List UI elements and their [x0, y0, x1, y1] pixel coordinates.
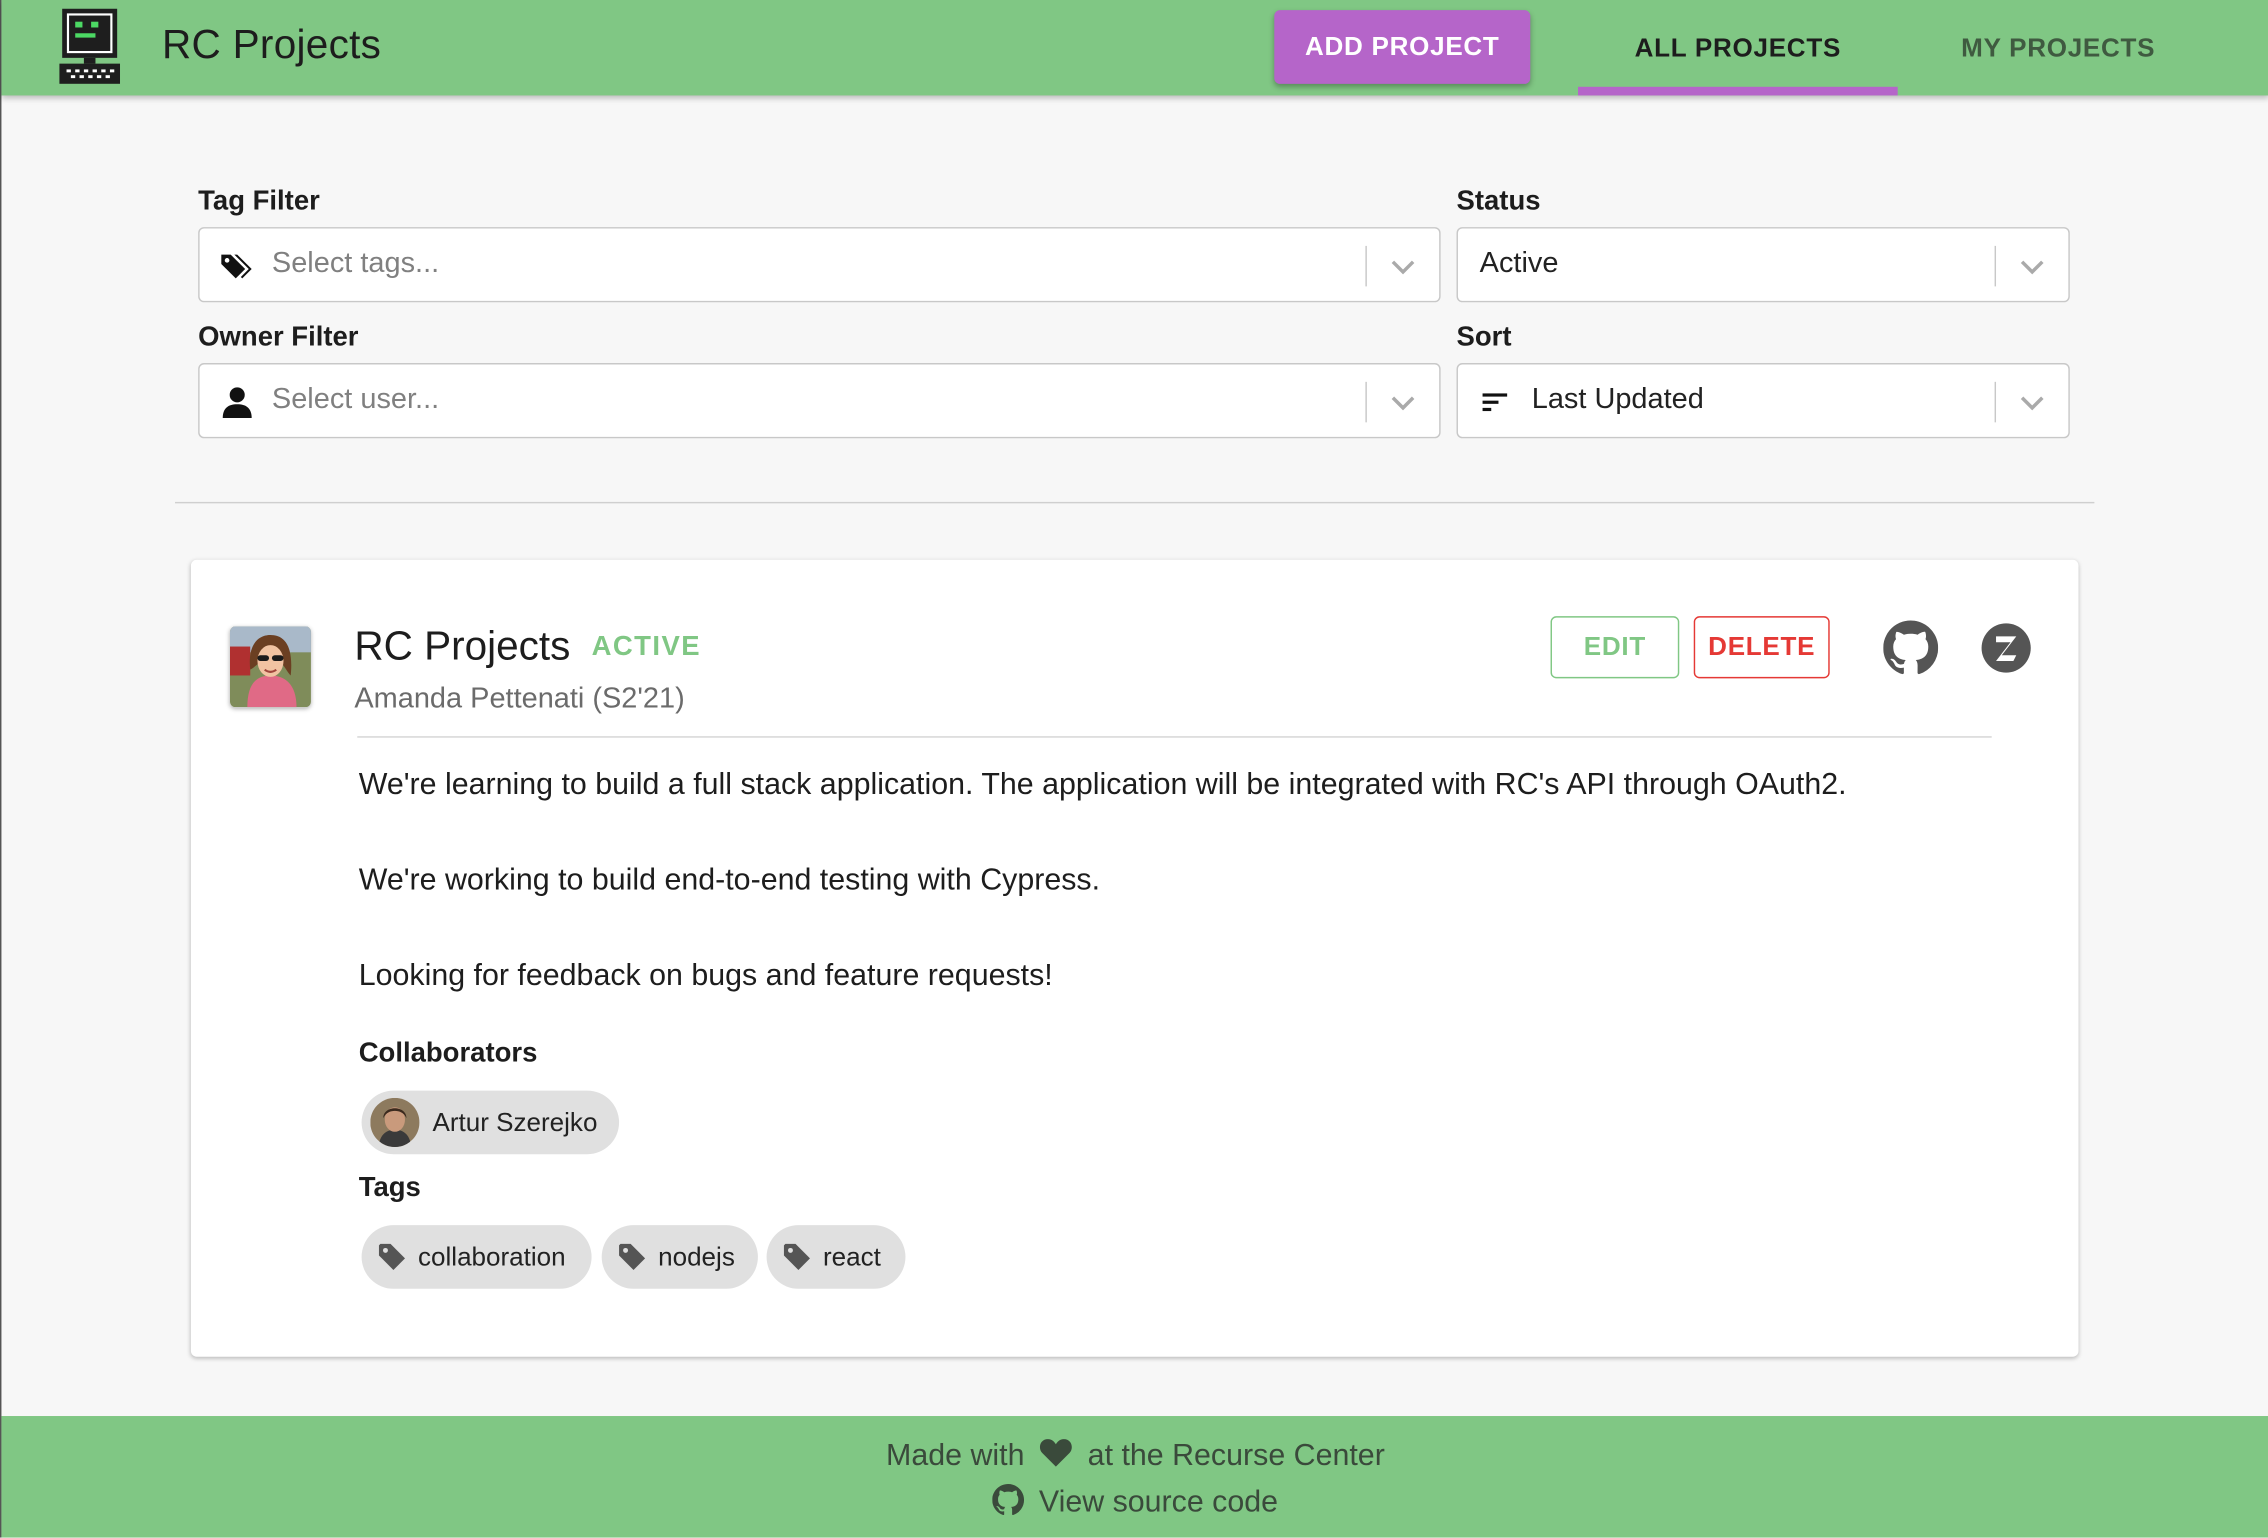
footer-made-with-prefix: Made with	[886, 1439, 1025, 1473]
collaborator-name: Artur Szerejko	[432, 1107, 598, 1137]
tag-chip[interactable]: react	[766, 1225, 906, 1289]
footer: Made with at the Recurse Center View sou…	[1, 1416, 2268, 1538]
heart-icon	[1040, 1439, 1073, 1467]
collaborator-chip[interactable]: Artur Szerejko	[361, 1090, 620, 1155]
select-separator	[1994, 245, 1997, 287]
chevron-down-icon[interactable]	[1387, 250, 1419, 282]
project-owner[interactable]: Amanda Pettenati (S2'21)	[354, 683, 684, 716]
tag-icon	[619, 1243, 646, 1270]
user-icon	[222, 387, 252, 419]
owner-filter-placeholder: Select user...	[271, 383, 440, 416]
sort-icon	[1482, 393, 1508, 412]
description-paragraph: We're working to build end-to-end testin…	[358, 863, 1101, 897]
edit-button[interactable]: EDIT	[1550, 616, 1680, 679]
delete-button[interactable]: DELETE	[1693, 616, 1830, 679]
sort-select-value: Last Updated	[1531, 383, 1704, 416]
tag-filter-select[interactable]: Select tags...	[198, 227, 1441, 303]
footer-made-with-suffix: at the Recurse Center	[1087, 1439, 1385, 1473]
description-paragraph: Looking for feedback on bugs and feature…	[358, 958, 1053, 993]
tag-filter-label: Tag Filter	[198, 186, 320, 217]
collaborators-label: Collaborators	[358, 1038, 538, 1069]
tab-my-projects[interactable]: MY PROJECTS	[1918, 0, 2199, 95]
footer-credit: Made with at the Recurse Center	[1, 1436, 2268, 1474]
status-badge: ACTIVE	[591, 632, 702, 663]
owner-filter-label: Owner Filter	[198, 322, 359, 353]
tag-chip[interactable]: nodejs	[601, 1225, 758, 1289]
select-separator	[1365, 381, 1367, 423]
project-title[interactable]: RC Projects	[354, 623, 570, 669]
sort-select[interactable]: Last Updated	[1456, 363, 2070, 439]
zulip-icon[interactable]	[1980, 622, 2032, 674]
tags-icon	[221, 254, 252, 279]
tab-all-projects[interactable]: ALL PROJECTS	[1578, 0, 1898, 96]
top-nav-bar: RC Projects ADD PROJECT ALL PROJECTS MY …	[1, 0, 2268, 96]
app-window: RC Projects ADD PROJECT ALL PROJECTS MY …	[0, 0, 2268, 1538]
github-icon	[992, 1484, 1025, 1516]
status-select-value: Active	[1479, 247, 1559, 280]
status-select[interactable]: Active	[1456, 227, 2070, 303]
app-title[interactable]: RC Projects	[162, 22, 381, 68]
view-source-label: View source code	[1038, 1485, 1279, 1519]
select-separator	[1365, 245, 1367, 287]
sort-label: Sort	[1456, 322, 1512, 353]
owner-avatar[interactable]	[229, 626, 311, 708]
tag-label: collaboration	[418, 1241, 566, 1271]
tag-label: react	[823, 1241, 881, 1271]
tag-icon	[783, 1243, 810, 1270]
add-project-button[interactable]: ADD PROJECT	[1274, 10, 1531, 84]
tag-filter-placeholder: Select tags...	[271, 247, 440, 280]
tag-icon	[378, 1243, 405, 1270]
rc-logo-icon[interactable]	[59, 8, 121, 84]
chevron-down-icon[interactable]	[2016, 250, 2048, 282]
project-card: RC Projects ACTIVE Amanda Pettenati (S2'…	[190, 559, 2079, 1357]
status-filter-label: Status	[1456, 186, 1541, 217]
collaborator-avatar	[370, 1097, 420, 1147]
tag-label: nodejs	[658, 1241, 735, 1271]
view-source-link[interactable]: View source code	[1, 1484, 2268, 1520]
card-divider	[357, 736, 1992, 738]
chevron-down-icon[interactable]	[2016, 386, 2048, 418]
select-separator	[1994, 381, 1997, 423]
tag-chip[interactable]: collaboration	[361, 1225, 592, 1289]
description-paragraph: We're learning to build a full stack app…	[358, 768, 1847, 802]
github-icon[interactable]	[1883, 620, 1939, 676]
filters-divider	[175, 501, 2095, 504]
owner-filter-select[interactable]: Select user...	[198, 363, 1441, 439]
chevron-down-icon[interactable]	[1387, 386, 1419, 418]
tags-label: Tags	[358, 1173, 421, 1204]
